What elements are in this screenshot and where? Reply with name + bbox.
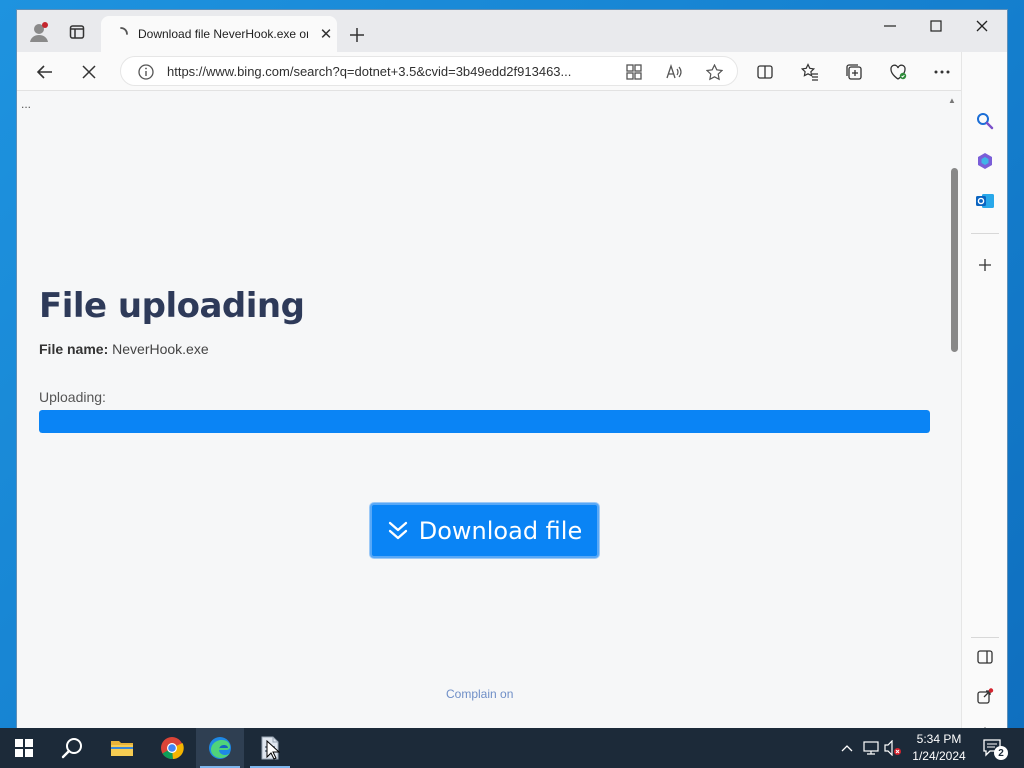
- taskbar-file[interactable]: [246, 728, 294, 768]
- maximize-button[interactable]: [913, 10, 959, 42]
- show-hidden-icons-icon[interactable]: [838, 739, 856, 757]
- title-bar: Download file NeverHook.exe on ✕: [17, 10, 1007, 52]
- scrollbar-thumb[interactable]: [951, 168, 958, 352]
- taskbar-chrome[interactable]: [148, 728, 196, 768]
- volume-muted-icon[interactable]: [884, 739, 902, 757]
- file-explorer-icon: [111, 741, 133, 756]
- start-button[interactable]: [0, 728, 48, 768]
- more-menu-icon[interactable]: [929, 59, 955, 85]
- file-name-row: File name: NeverHook.exe: [39, 341, 209, 357]
- sidebar-outlook-icon[interactable]: [972, 188, 998, 214]
- search-icon: [61, 738, 82, 759]
- sidebar-divider: [971, 233, 999, 234]
- stop-loading-button[interactable]: [75, 58, 103, 86]
- browser-essentials-icon[interactable]: [885, 59, 911, 85]
- edge-sidebar: [961, 52, 1007, 728]
- back-button[interactable]: [31, 58, 59, 86]
- new-tab-button[interactable]: [345, 23, 369, 47]
- taskbar-edge[interactable]: [196, 728, 244, 768]
- download-file-button[interactable]: Download file: [370, 503, 599, 558]
- profile-icon[interactable]: [25, 18, 53, 46]
- active-tab[interactable]: Download file NeverHook.exe on ✕: [101, 16, 337, 52]
- loading-spinner-icon: [113, 26, 129, 42]
- workspaces-icon[interactable]: [63, 18, 91, 46]
- read-aloud-icon[interactable]: [663, 62, 685, 82]
- upload-progress-fill: [39, 410, 930, 433]
- file-name-label: File name:: [39, 341, 109, 357]
- sidebar-divider: [971, 637, 999, 638]
- favorites-icon[interactable]: [797, 59, 823, 85]
- page-ellipsis: ...: [21, 97, 32, 111]
- notification-count-badge: 2: [994, 746, 1008, 760]
- collections-icon[interactable]: [841, 59, 867, 85]
- app-available-icon[interactable]: [623, 62, 645, 82]
- download-file-label: Download file: [418, 516, 583, 545]
- sidebar-open-external-icon[interactable]: [972, 684, 998, 710]
- minimize-button[interactable]: [867, 10, 913, 42]
- browser-window: Download file NeverHook.exe on ✕ https:/…: [17, 10, 1007, 728]
- upload-progress-bar: [39, 410, 930, 433]
- taskbar-search-button[interactable]: [48, 728, 96, 768]
- file-name-value: NeverHook.exe: [112, 341, 209, 357]
- page-content: ... File uploading File name: NeverHook.…: [17, 91, 949, 728]
- favorite-star-icon[interactable]: [703, 62, 725, 82]
- sidebar-search-icon[interactable]: [972, 108, 998, 134]
- chrome-icon: [161, 737, 184, 760]
- edge-icon: [209, 737, 231, 759]
- close-button[interactable]: [959, 10, 1005, 42]
- scroll-up-arrow-icon[interactable]: ▲: [948, 96, 956, 105]
- sidebar-split-view-icon[interactable]: [972, 644, 998, 670]
- address-bar[interactable]: https://www.bing.com/search?q=dotnet+3.5…: [120, 56, 738, 86]
- uploading-label: Uploading:: [39, 389, 106, 405]
- split-screen-icon[interactable]: [752, 59, 778, 85]
- double-chevron-down-icon: [388, 521, 407, 539]
- sidebar-copilot-icon[interactable]: [972, 148, 998, 174]
- sidebar-add-icon[interactable]: [972, 252, 998, 278]
- notification-center-button[interactable]: 2: [980, 736, 1008, 760]
- url-text[interactable]: https://www.bing.com/search?q=dotnet+3.5…: [167, 64, 571, 79]
- taskbar-clock[interactable]: 5:34 PM 1/24/2024: [905, 731, 973, 765]
- tab-close-icon[interactable]: ✕: [317, 25, 335, 43]
- site-info-icon[interactable]: [135, 62, 157, 82]
- clock-time: 5:34 PM: [916, 732, 962, 746]
- tab-title: Download file NeverHook.exe on: [138, 27, 308, 41]
- windows-logo-icon: [15, 739, 33, 757]
- clock-date: 1/24/2024: [912, 749, 966, 763]
- taskbar: 5:34 PM 1/24/2024 2: [0, 728, 1024, 768]
- page-title: File uploading: [39, 286, 305, 326]
- mouse-cursor-icon: [266, 740, 280, 760]
- address-toolbar: https://www.bing.com/search?q=dotnet+3.5…: [17, 52, 1007, 91]
- taskbar-file-explorer[interactable]: [98, 728, 146, 768]
- complain-link[interactable]: Complain on: [446, 687, 513, 701]
- network-icon[interactable]: [862, 739, 880, 757]
